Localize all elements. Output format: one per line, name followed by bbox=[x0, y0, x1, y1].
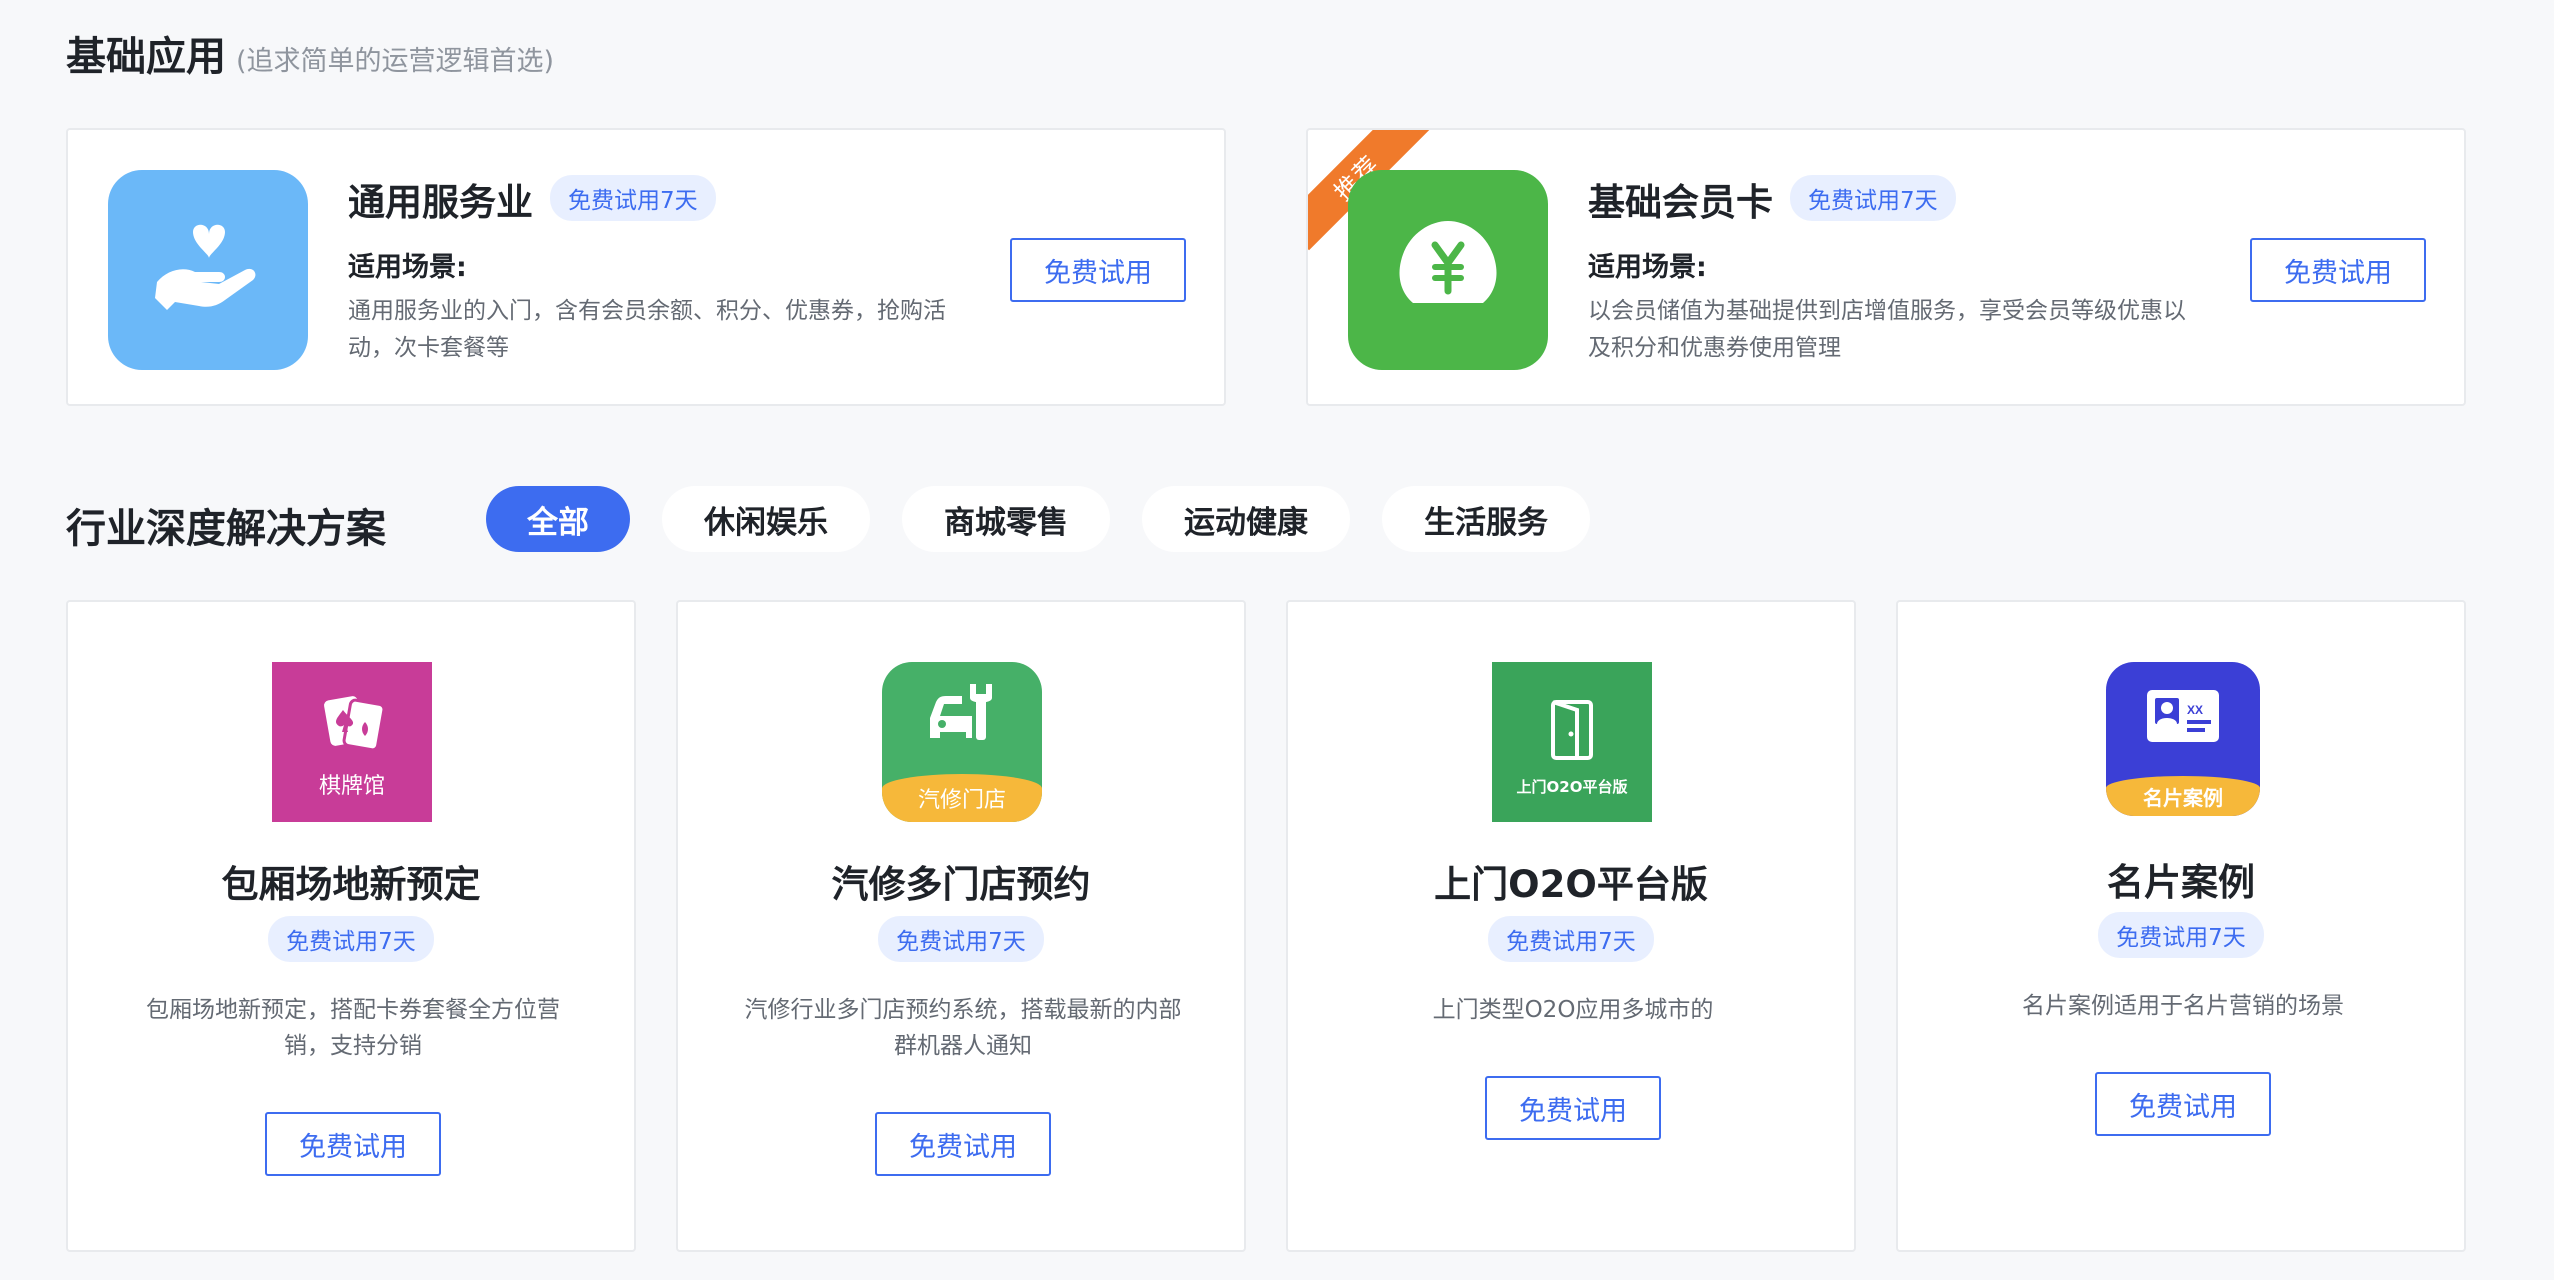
free-trial-button[interactable]: 免费试用 bbox=[1010, 238, 1186, 302]
trial-badge: 免费试用7天 bbox=[1790, 175, 1956, 221]
scene-desc: 通用服务业的入门，含有会员余额、积分、优惠券，抢购活动，次卡套餐等 bbox=[348, 298, 946, 361]
solution-badge-wrap: 免费试用7天 bbox=[678, 916, 1244, 962]
icon-label: 棋牌馆 bbox=[318, 774, 385, 799]
yen-coin-icon bbox=[1348, 170, 1548, 370]
trial-badge: 免费试用7天 bbox=[268, 916, 434, 962]
solution-card-o2o-platform: 上门O2O平台版 上门O2O平台版 免费试用7天 上门类型O2O应用多城市的 免… bbox=[1286, 600, 1856, 1252]
tab-leisure[interactable]: 休闲娱乐 bbox=[662, 486, 870, 552]
solution-name: 汽修多门店预约 bbox=[831, 863, 1091, 906]
basic-card-name: 通用服务业 bbox=[348, 181, 533, 224]
scene-label: 适用场景: bbox=[348, 252, 467, 283]
car-wrench-icon: 汽修门店 bbox=[882, 662, 1042, 822]
trial-badge: 免费试用7天 bbox=[1488, 916, 1654, 962]
solution-desc: 包厢场地新预定，搭配卡券套餐全方位营销，支持分销 bbox=[146, 997, 560, 1059]
basic-title: 基础应用 bbox=[66, 34, 226, 80]
solution-name: 名片案例 bbox=[2107, 861, 2255, 904]
free-trial-button[interactable]: 免费试用 bbox=[265, 1112, 441, 1176]
basic-card-general-service: 通用服务业 免费试用7天 适用场景: 通用服务业的入门，含有会员余额、积分、优惠… bbox=[66, 128, 1226, 406]
tab-life-service[interactable]: 生活服务 bbox=[1382, 486, 1590, 552]
solution-desc: 汽修行业多门店预约系统，搭载最新的内部群机器人通知 bbox=[744, 997, 1182, 1059]
solution-badge-wrap: 免费试用7天 bbox=[68, 916, 634, 962]
basic-section-title: 基础应用 (追求简单的运营逻辑首选) bbox=[66, 24, 554, 82]
svg-text:XX: XX bbox=[2187, 703, 2203, 717]
basic-card-name: 基础会员卡 bbox=[1588, 181, 1773, 224]
tab-retail[interactable]: 商城零售 bbox=[902, 486, 1110, 552]
trial-badge: 免费试用7天 bbox=[2098, 912, 2264, 958]
solution-card-auto-repair: 汽修门店 汽修多门店预约 免费试用7天 汽修行业多门店预约系统，搭载最新的内部群… bbox=[676, 600, 1246, 1252]
door-icon: 上门O2O平台版 bbox=[1492, 662, 1652, 822]
tab-all[interactable]: 全部 bbox=[486, 486, 630, 552]
playing-cards-icon: 棋牌馆 bbox=[272, 662, 432, 822]
solution-desc: 名片案例适用于名片营销的场景 bbox=[2022, 993, 2344, 1019]
heart-hand-icon bbox=[108, 170, 308, 370]
solution-badge-wrap: 免费试用7天 bbox=[1288, 916, 1854, 962]
business-card-icon: XX 名片案例 bbox=[2106, 662, 2260, 816]
icon-label: 名片案例 bbox=[2106, 776, 2260, 816]
trial-badge: 免费试用7天 bbox=[878, 916, 1044, 962]
solution-badge-wrap: 免费试用7天 bbox=[1898, 912, 2464, 958]
free-trial-button[interactable]: 免费试用 bbox=[2250, 238, 2426, 302]
solution-card-business-card: XX 名片案例 名片案例 免费试用7天 名片案例适用于名片营销的场景 免费试用 bbox=[1896, 600, 2466, 1252]
trial-badge: 免费试用7天 bbox=[550, 175, 716, 221]
icon-label: 汽修门店 bbox=[882, 774, 1042, 822]
tab-sports[interactable]: 运动健康 bbox=[1142, 486, 1350, 552]
basic-subtitle: (追求简单的运营逻辑首选) bbox=[236, 46, 555, 77]
solution-desc: 上门类型O2O应用多城市的 bbox=[1432, 997, 1714, 1023]
free-trial-button[interactable]: 免费试用 bbox=[1485, 1076, 1661, 1140]
basic-card-member-card: 推荐 基础会员卡 免费试用7天 适用场景: 以会员储值为基础提供到店增值服务，享… bbox=[1306, 128, 2466, 406]
solution-name: 包厢场地新预定 bbox=[221, 863, 481, 906]
solution-card-private-room: 棋牌馆 包厢场地新预定 免费试用7天 包厢场地新预定，搭配卡券套餐全方位营销，支… bbox=[66, 600, 636, 1252]
solutions-title: 行业深度解决方案 bbox=[66, 506, 386, 552]
scene-desc: 以会员储值为基础提供到店增值服务，享受会员等级优惠以及积分和优惠券使用管理 bbox=[1588, 298, 2186, 361]
free-trial-button[interactable]: 免费试用 bbox=[2095, 1072, 2271, 1136]
free-trial-button[interactable]: 免费试用 bbox=[875, 1112, 1051, 1176]
scene-label: 适用场景: bbox=[1588, 252, 1707, 283]
solution-name: 上门O2O平台版 bbox=[1434, 863, 1708, 906]
icon-label: 上门O2O平台版 bbox=[1516, 777, 1628, 796]
